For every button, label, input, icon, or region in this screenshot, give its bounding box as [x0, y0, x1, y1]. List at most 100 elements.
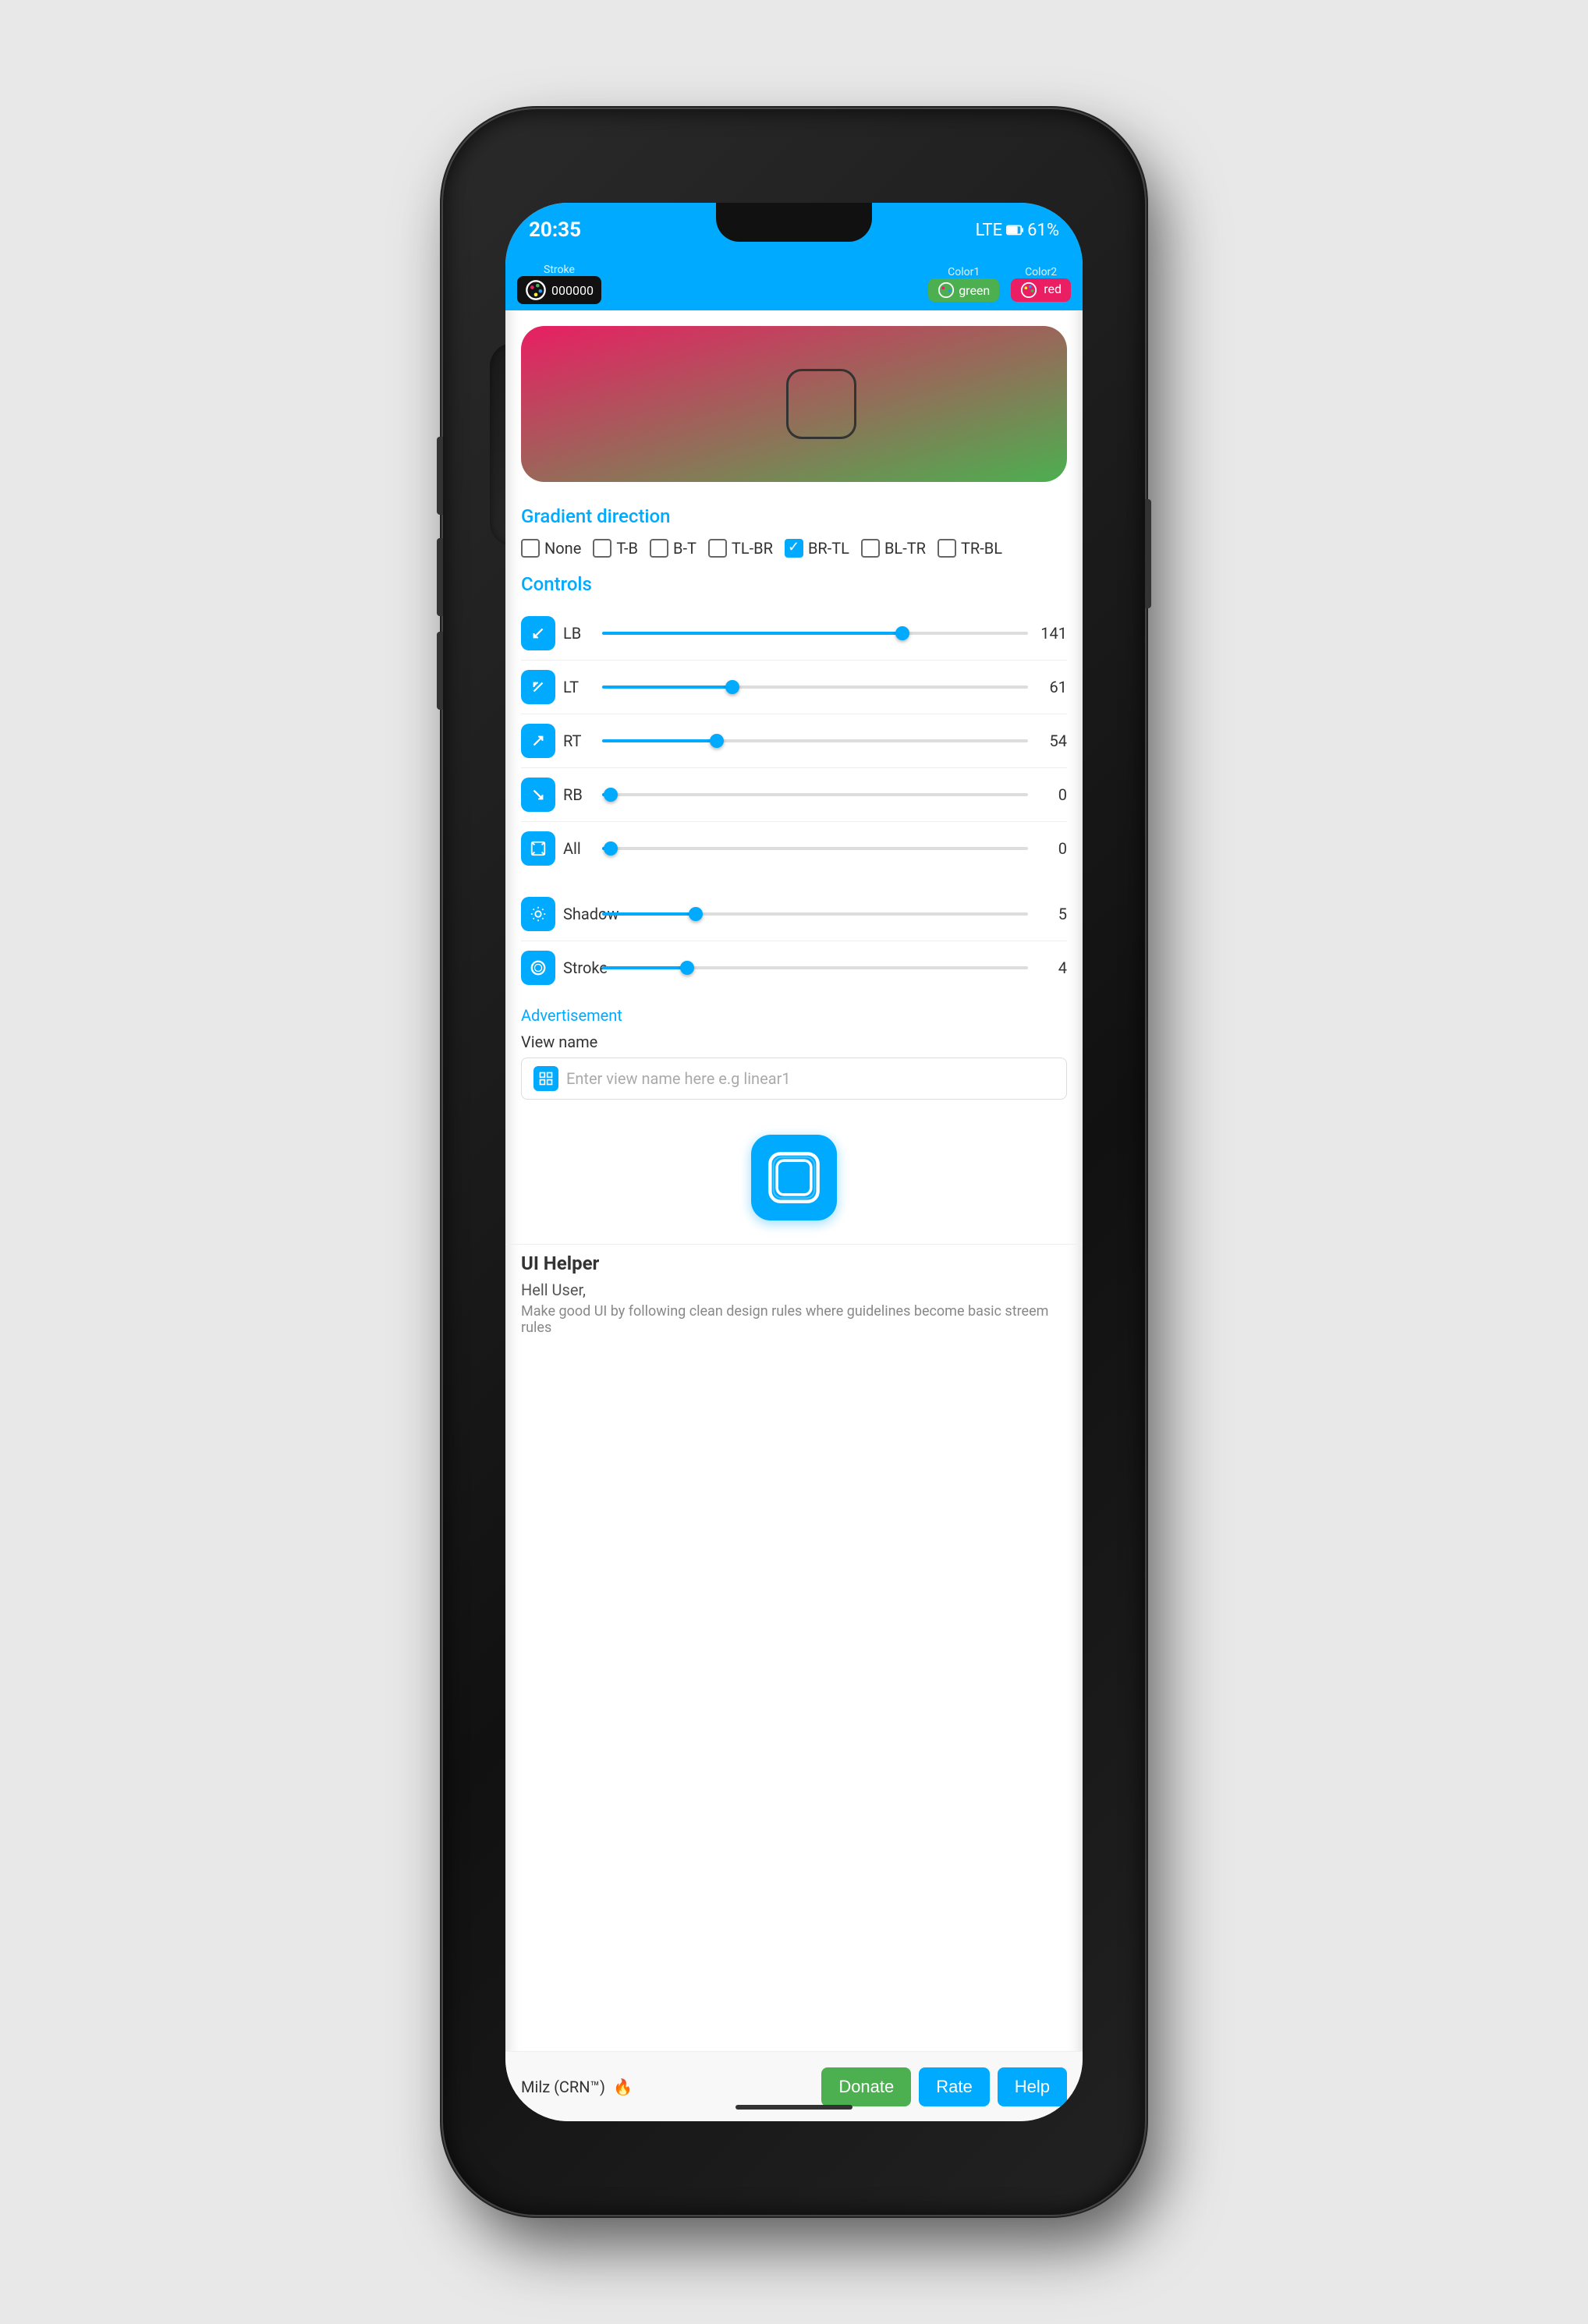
direction-tlbr-label: TL-BR: [732, 539, 773, 558]
color1-button[interactable]: green: [928, 278, 999, 302]
shadow-label: Shadow: [563, 905, 594, 923]
gradient-direction-title: Gradient direction: [505, 498, 1083, 531]
direction-tlbr[interactable]: TL-BR: [708, 539, 773, 558]
color2-group: Color2 red: [1011, 266, 1071, 302]
all-slider[interactable]: [602, 847, 1028, 850]
control-lb-row: LB 141: [521, 616, 1067, 650]
direction-trbl[interactable]: TR-BL: [938, 539, 1002, 558]
stroke-color-box[interactable]: 000000: [517, 276, 601, 304]
checkbox-tb[interactable]: [593, 539, 611, 558]
lb-label: LB: [563, 624, 594, 643]
stroke-group: Stroke 000000: [517, 264, 601, 304]
checkbox-bltr[interactable]: [861, 539, 880, 558]
direction-bt-label: B-T: [673, 539, 697, 558]
stroke-icon[interactable]: [521, 951, 555, 985]
stroke-label: Stroke: [544, 264, 575, 276]
ui-helper-subtext: Make good UI by following clean design r…: [521, 1303, 1067, 1336]
stroke-thumb[interactable]: [680, 961, 694, 975]
checkbox-bt[interactable]: [650, 539, 668, 558]
shadow-thumb[interactable]: [689, 907, 703, 921]
battery-percent: 61%: [1027, 221, 1059, 240]
status-battery: LTE 61%: [976, 221, 1059, 240]
control-rb-row: RB 0: [521, 778, 1067, 812]
controls-title: Controls: [505, 565, 1083, 599]
direction-bt[interactable]: B-T: [650, 539, 697, 558]
rt-icon[interactable]: [521, 724, 555, 758]
shadow-value: 5: [1036, 905, 1067, 923]
rt-value: 54: [1036, 732, 1067, 750]
app-logo: [751, 1135, 837, 1220]
bottom-buttons: Donate Rate Help: [821, 2067, 1067, 2106]
control-shadow-row: Shadow 5: [521, 897, 1067, 931]
home-indicator: [736, 2105, 852, 2110]
screen-inner: 20:35: [505, 203, 1083, 2121]
direction-bltr-label: BL-TR: [884, 539, 926, 558]
rt-label: RT: [563, 732, 594, 750]
all-thumb[interactable]: [604, 841, 618, 856]
stroke-hex-value: 000000: [551, 283, 594, 298]
lb-thumb[interactable]: [895, 626, 909, 640]
control-stroke-row: Stroke 4: [521, 951, 1067, 985]
rate-button[interactable]: Rate: [919, 2067, 989, 2106]
view-name-input-placeholder: Enter view name here e.g linear1: [566, 1069, 791, 1088]
logo-section: [505, 1111, 1083, 1244]
view-name-input-row[interactable]: Enter view name here e.g linear1: [521, 1057, 1067, 1100]
color1-label: Color1: [948, 266, 980, 278]
all-label: All: [563, 839, 594, 858]
donate-button[interactable]: Donate: [821, 2067, 911, 2106]
rt-slider[interactable]: [602, 739, 1028, 742]
shadow-icon[interactable]: [521, 897, 555, 931]
phone-shell: 20:35: [443, 109, 1145, 2215]
rb-icon[interactable]: [521, 778, 555, 812]
control-rt-row: RT 54: [521, 724, 1067, 758]
author-name: Milz (CRN™): [521, 2078, 605, 2096]
lt-label: LT: [563, 678, 594, 696]
lt-icon[interactable]: [521, 670, 555, 704]
author-section: Milz (CRN™) 🔥: [521, 2078, 633, 2096]
direction-brtl[interactable]: BR-TL: [785, 539, 849, 558]
lb-icon[interactable]: [521, 616, 555, 650]
rt-thumb[interactable]: [710, 734, 724, 748]
color2-value: red: [1044, 282, 1062, 296]
screen-container: 20:35: [505, 203, 1083, 2121]
top-toolbar: Stroke 000000: [505, 257, 1083, 310]
rb-thumb[interactable]: [604, 788, 618, 802]
lt-slider[interactable]: [602, 686, 1028, 689]
fire-emoji: 🔥: [613, 2078, 633, 2096]
direction-tb[interactable]: T-B: [593, 539, 638, 558]
advertisement-label: Advertisement: [505, 1002, 1083, 1029]
color1-value: green: [959, 283, 990, 298]
direction-trbl-label: TR-BL: [961, 539, 1002, 558]
lb-value: 141: [1036, 624, 1067, 643]
grid-icon: [533, 1066, 558, 1091]
stroke-control-label: Stroke: [563, 958, 594, 977]
status-time: 20:35: [529, 218, 581, 242]
lt-value: 61: [1036, 678, 1067, 696]
checkbox-trbl[interactable]: [938, 539, 956, 558]
checkbox-none[interactable]: [521, 539, 540, 558]
controls-section: LB 141: [505, 599, 1083, 1002]
direction-tb-label: T-B: [616, 539, 638, 558]
lt-thumb[interactable]: [725, 680, 739, 694]
lb-slider[interactable]: [602, 632, 1028, 635]
direction-brtl-label: BR-TL: [808, 539, 849, 558]
checkbox-tlbr[interactable]: [708, 539, 727, 558]
control-all-row: All 0: [521, 831, 1067, 866]
checkbox-brtl[interactable]: [785, 539, 803, 558]
gradient-direction-row: None T-B B-T TL-BR: [505, 531, 1083, 565]
stroke-slider[interactable]: [602, 966, 1028, 969]
shadow-slider[interactable]: [602, 912, 1028, 916]
phone-notch: [716, 203, 872, 242]
help-button[interactable]: Help: [998, 2067, 1067, 2106]
all-icon[interactable]: [521, 831, 555, 866]
gradient-inner-shape: [786, 369, 856, 439]
direction-none[interactable]: None: [521, 539, 581, 558]
gradient-preview: [521, 326, 1067, 482]
rb-slider[interactable]: [602, 793, 1028, 796]
color2-button[interactable]: red: [1011, 278, 1071, 302]
direction-bltr[interactable]: BL-TR: [861, 539, 926, 558]
page-wrapper: 20:35: [0, 0, 1588, 2324]
control-lt-row: LT 61: [521, 670, 1067, 704]
color1-group: Color1 green: [928, 266, 999, 302]
view-name-section: View name Enter view name here e.g linea…: [505, 1029, 1083, 1111]
